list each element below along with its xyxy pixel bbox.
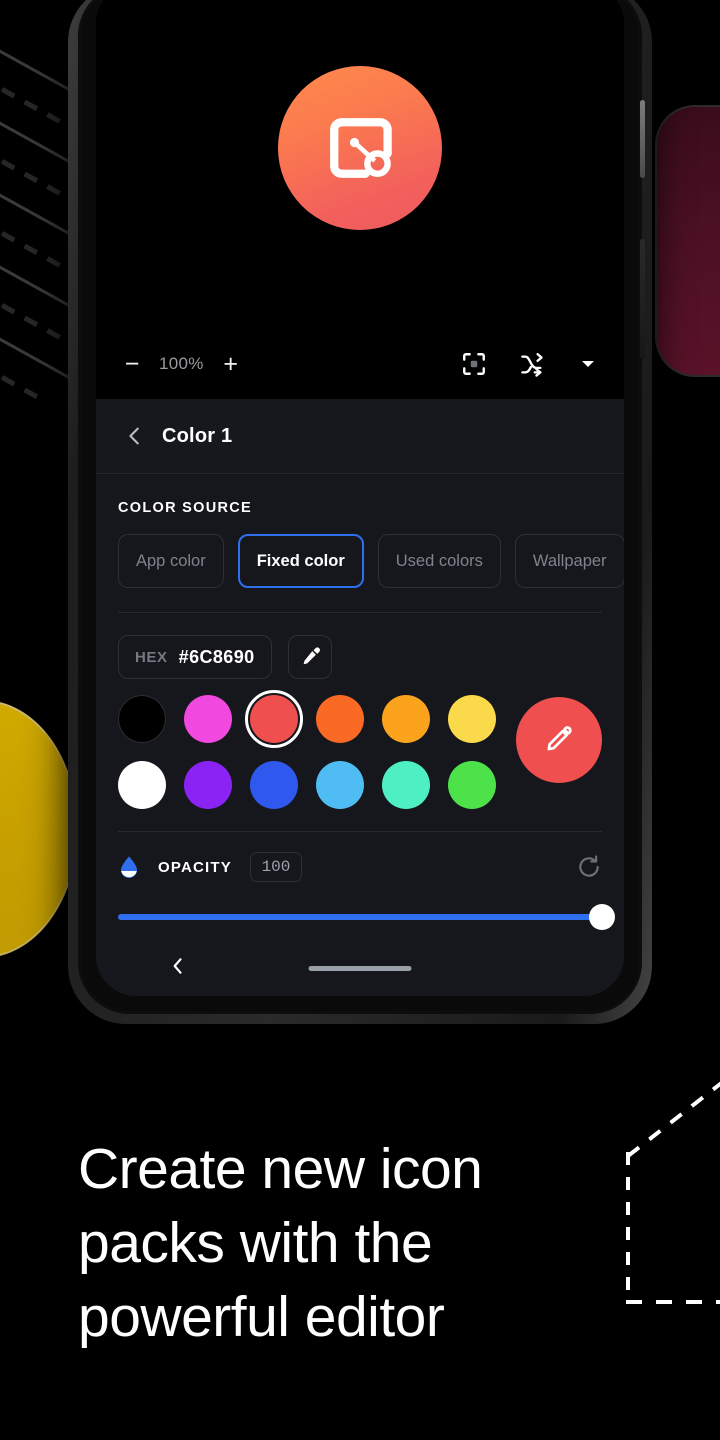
screenshot-root: − 100% + Color 1 COLOR SOURCE App color … <box>0 0 720 1440</box>
source-chip-used-colors[interactable]: Used colors <box>377 534 501 588</box>
chevron-down-icon[interactable] <box>578 354 598 374</box>
promo-caption: Create new icon packs with the powerful … <box>78 1132 638 1354</box>
reset-icon[interactable] <box>576 854 602 880</box>
color-source-options: App color Fixed color Used colors Wallpa… <box>96 516 624 588</box>
decorative-yellow-shape <box>0 700 78 958</box>
page-title: Color 1 <box>162 424 233 447</box>
droplet-icon <box>118 855 146 879</box>
source-chip-app-color[interactable]: App color <box>118 534 224 588</box>
source-chip-wallpaper[interactable]: Wallpaper <box>514 534 624 588</box>
opacity-value[interactable]: 100 <box>249 852 302 882</box>
eyedropper-icon[interactable] <box>287 635 332 679</box>
swatch-orange[interactable] <box>316 695 364 743</box>
hex-row: HEX #6C8690 <box>96 613 624 679</box>
caption-line-3: powerful editor <box>78 1285 445 1349</box>
phone-screen: − 100% + Color 1 COLOR SOURCE App color … <box>96 0 624 996</box>
source-chip-fixed-color[interactable]: Fixed color <box>237 534 364 588</box>
swatch-magenta[interactable] <box>184 695 232 743</box>
color-swatches <box>96 679 624 809</box>
power-button <box>640 239 645 359</box>
editor-toolbar: − 100% + <box>96 329 624 399</box>
swatch-white[interactable] <box>118 761 166 809</box>
caption-line-1: Create new icon <box>78 1137 483 1201</box>
caption-line-2: packs with the <box>78 1211 433 1275</box>
swatch-sky[interactable] <box>316 761 364 809</box>
swatch-green[interactable] <box>448 761 496 809</box>
swatch-blue[interactable] <box>250 761 298 809</box>
swatch-amber[interactable] <box>382 695 430 743</box>
shuffle-icon[interactable] <box>519 351 546 378</box>
opacity-slider[interactable] <box>118 904 615 930</box>
hex-value: #6C8690 <box>178 646 255 667</box>
panel-back-button[interactable] <box>118 425 152 447</box>
zoom-level-value: 100% <box>159 354 204 373</box>
panel-header: Color 1 <box>96 399 624 474</box>
phone-mockup: − 100% + Color 1 COLOR SOURCE App color … <box>68 0 652 1024</box>
hex-label: HEX <box>135 648 168 666</box>
opacity-label: OPACITY <box>158 858 232 876</box>
slider-fill <box>118 914 602 920</box>
zoom-out-button[interactable]: − <box>122 351 142 377</box>
opacity-section: OPACITY 100 <box>96 832 624 930</box>
slider-thumb[interactable] <box>589 904 615 930</box>
color-panel: Color 1 COLOR SOURCE App color Fixed col… <box>96 399 624 996</box>
hex-input[interactable]: HEX #6C8690 <box>118 635 272 679</box>
android-navbar <box>96 940 624 996</box>
nav-back-icon[interactable] <box>168 956 188 981</box>
swatch-purple[interactable] <box>184 761 232 809</box>
swatch-black[interactable] <box>118 695 166 743</box>
zoom-in-button[interactable]: + <box>221 351 241 377</box>
swatch-yellow[interactable] <box>448 695 496 743</box>
swatch-red[interactable] <box>245 690 303 748</box>
swatch-turquoise[interactable] <box>382 761 430 809</box>
home-indicator[interactable] <box>308 966 412 971</box>
app-logo-icon[interactable] <box>278 66 442 230</box>
volume-button <box>640 100 645 178</box>
crop-frame-icon[interactable] <box>461 351 487 377</box>
decorative-maroon-shape <box>655 105 720 377</box>
swatch-grid <box>118 690 496 809</box>
edit-color-fab[interactable] <box>516 697 602 783</box>
color-source-label: COLOR SOURCE <box>118 500 253 516</box>
